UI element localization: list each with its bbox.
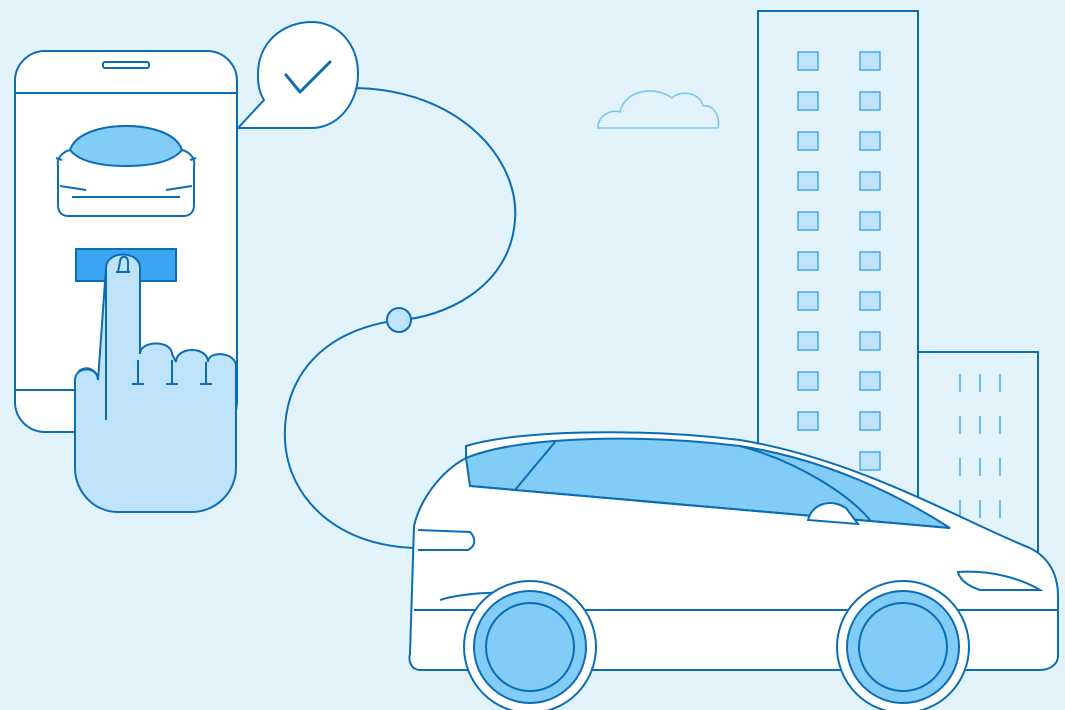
- rear-wheel: [836, 580, 970, 710]
- building-window: [859, 131, 881, 151]
- scene-svg: [0, 0, 1065, 710]
- building-window: [797, 211, 819, 231]
- car-icon: [55, 124, 197, 217]
- building-window: [859, 171, 881, 191]
- building-window: [859, 371, 881, 391]
- building-window: [859, 411, 881, 431]
- building-window: [859, 251, 881, 271]
- connection-node: [386, 307, 412, 333]
- building-window: [859, 51, 881, 71]
- building-window: [797, 411, 819, 431]
- building-window: [859, 211, 881, 231]
- building-window: [797, 291, 819, 311]
- building-window: [797, 51, 819, 71]
- front-wheel: [463, 580, 597, 710]
- building-window: [797, 91, 819, 111]
- building-window: [797, 371, 819, 391]
- building-window: [859, 331, 881, 351]
- building-window: [859, 91, 881, 111]
- building-window: [859, 451, 881, 471]
- illustration-scene: [0, 0, 1065, 710]
- building-window: [859, 291, 881, 311]
- building-window: [797, 131, 819, 151]
- building-window: [797, 331, 819, 351]
- building-window: [797, 251, 819, 271]
- building-window: [797, 171, 819, 191]
